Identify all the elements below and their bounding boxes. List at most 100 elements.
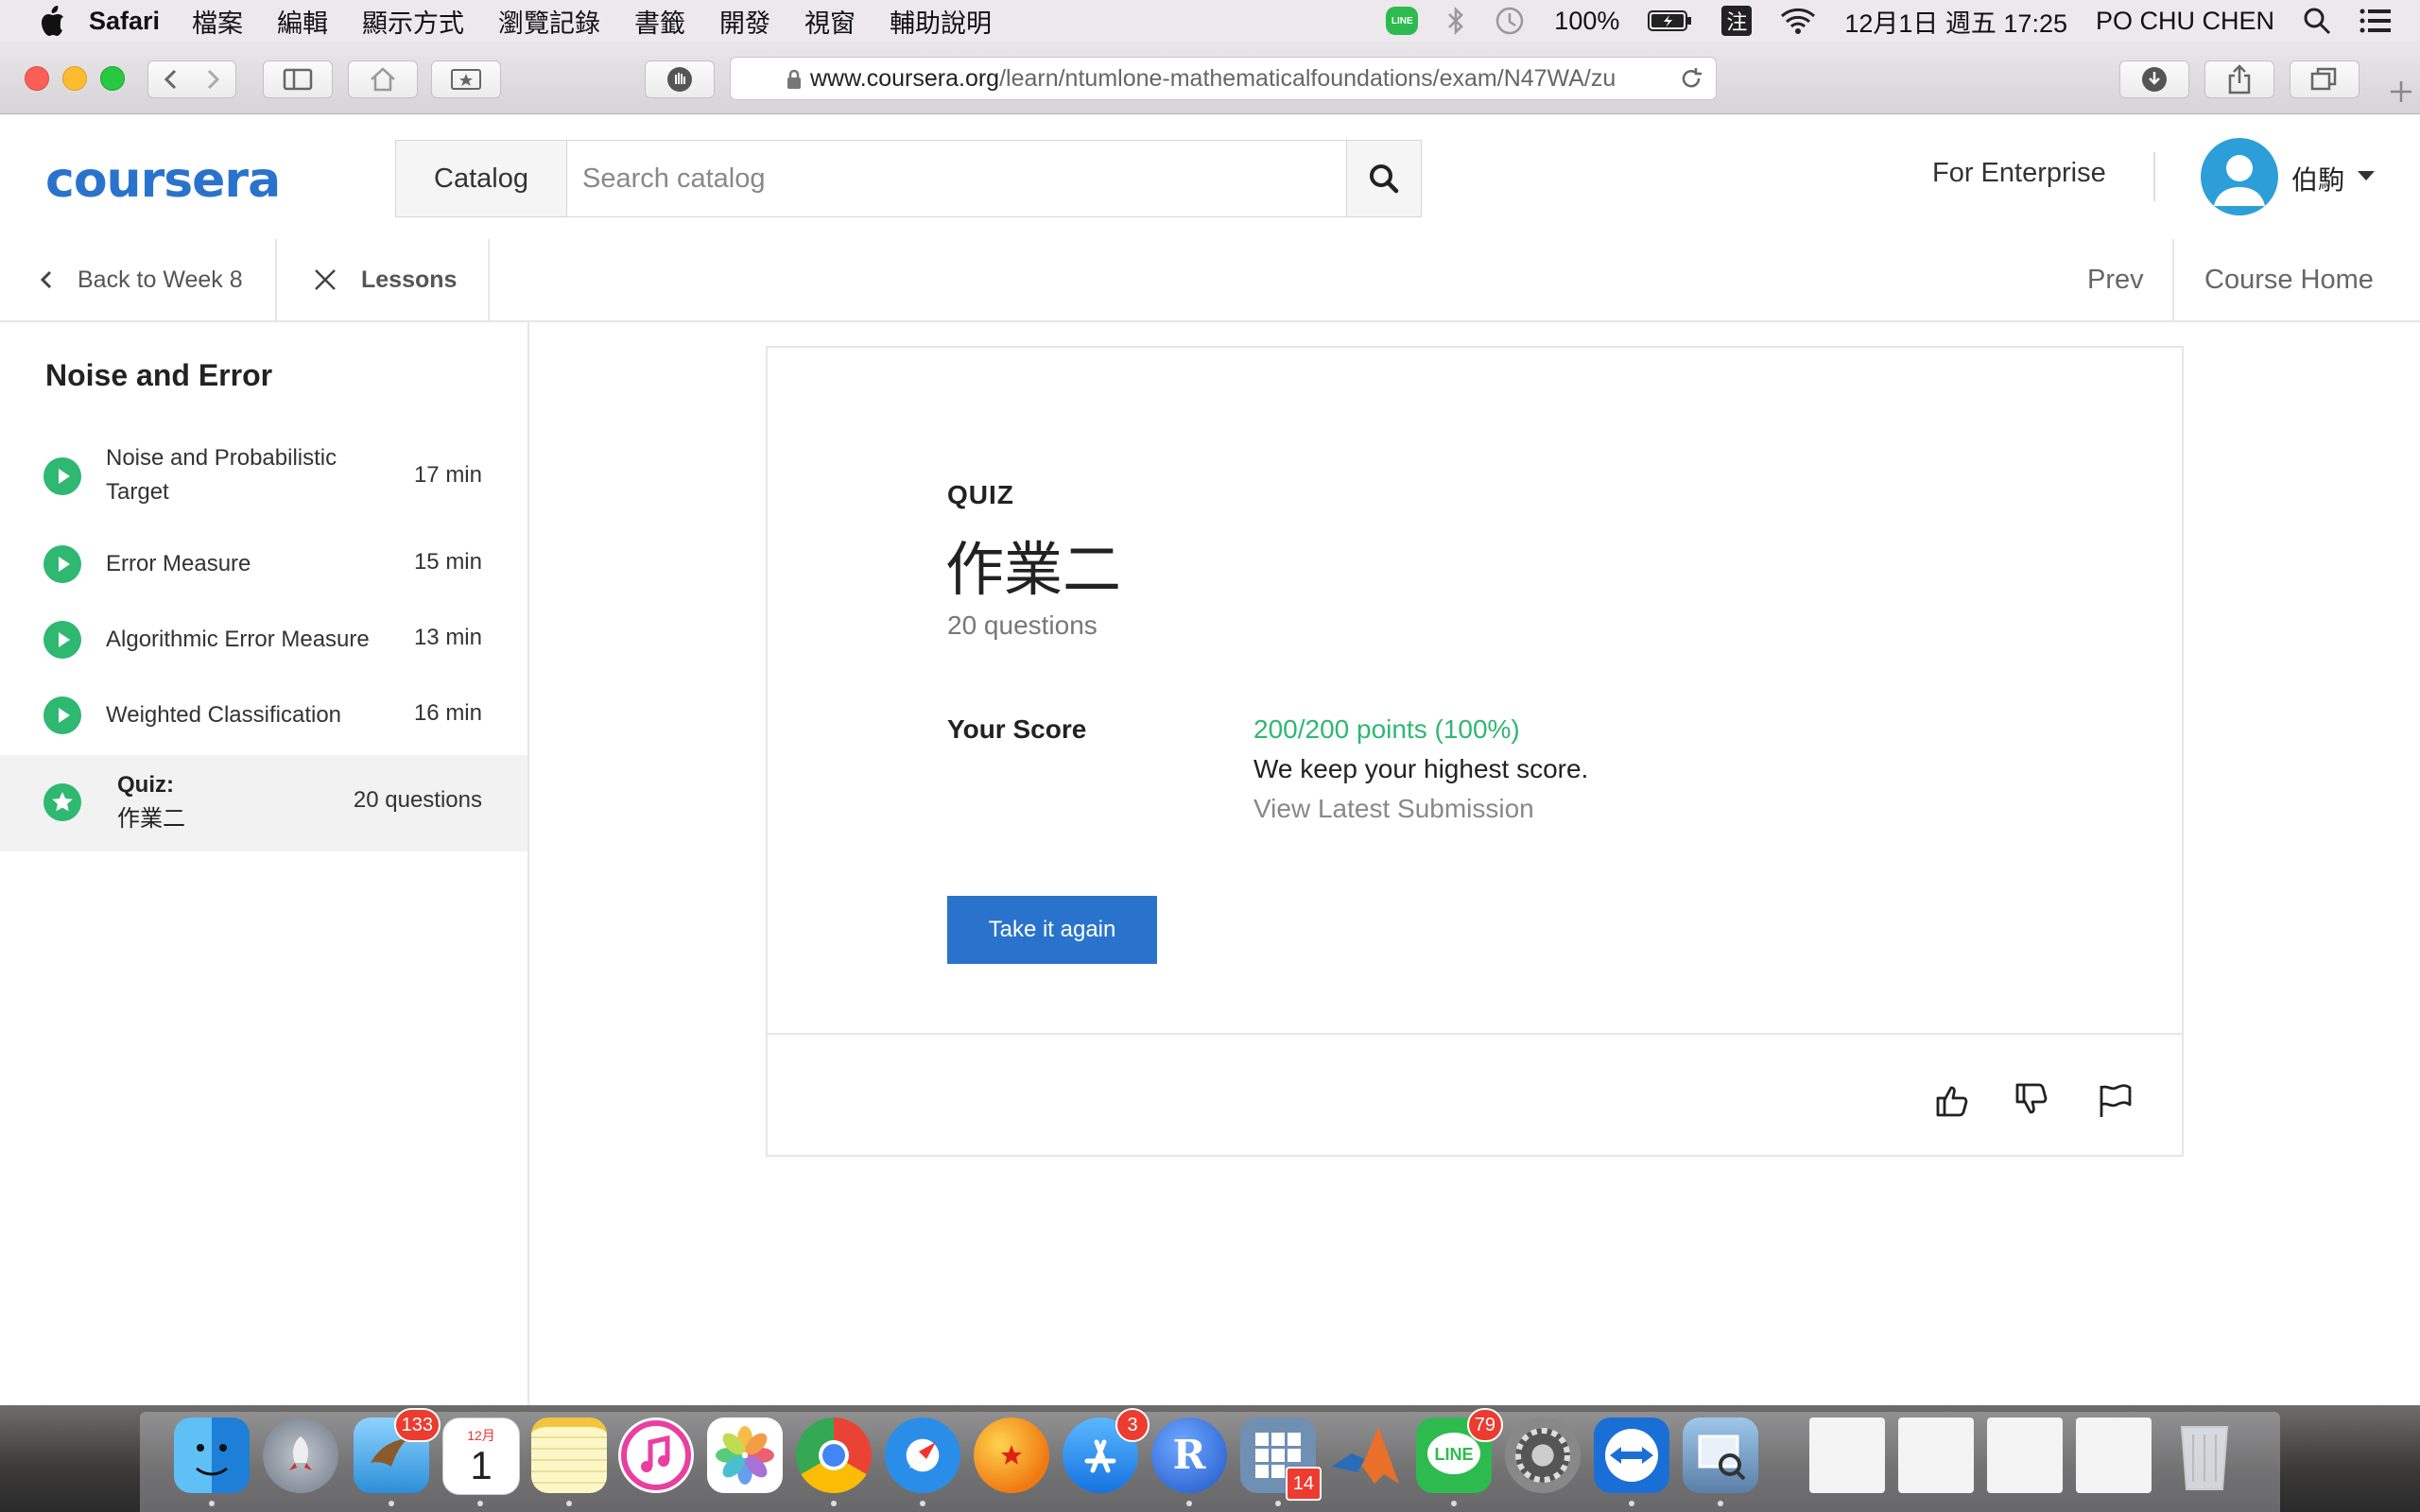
like-button[interactable] xyxy=(1932,1079,1974,1121)
itunes-icon[interactable] xyxy=(618,1418,694,1493)
new-tab-button[interactable] xyxy=(2382,70,2420,113)
photos-icon[interactable] xyxy=(707,1418,783,1493)
user-menu-caret-icon[interactable] xyxy=(2358,171,2375,180)
document-thumbnail[interactable] xyxy=(1898,1418,1974,1493)
catalog-button[interactable]: Catalog xyxy=(396,141,567,216)
menu-view[interactable]: 顯示方式 xyxy=(362,3,464,40)
prev-link[interactable]: Prev xyxy=(2087,239,2144,320)
quiz-item-count: 20 questions xyxy=(353,787,482,813)
app-name-menu[interactable]: Safari xyxy=(89,7,160,36)
dragon-ball-icon[interactable] xyxy=(974,1418,1049,1493)
finder-icon[interactable] xyxy=(174,1418,250,1493)
top-sites-button[interactable] xyxy=(431,60,501,98)
calendar-day: 1 xyxy=(470,1443,493,1487)
sidebar-toggle-button[interactable] xyxy=(263,60,333,98)
lessons-toggle[interactable]: Lessons xyxy=(312,239,457,320)
for-enterprise-link[interactable]: For Enterprise xyxy=(1932,158,2106,189)
running-indicator xyxy=(566,1501,572,1506)
running-indicator xyxy=(831,1501,837,1506)
wifi-icon[interactable] xyxy=(1780,8,1816,34)
close-window-button[interactable] xyxy=(25,66,49,91)
input-method-icon[interactable]: 注 xyxy=(1721,6,1753,36)
launchpad-grid-icon[interactable]: 14 xyxy=(1240,1418,1322,1501)
safari-compass-icon[interactable] xyxy=(885,1418,960,1493)
hand-stop-icon xyxy=(667,67,692,92)
r-language-icon[interactable]: R xyxy=(1151,1418,1227,1493)
document-thumbnail[interactable] xyxy=(1987,1418,2063,1493)
launchpad-rocket-icon[interactable] xyxy=(263,1418,338,1493)
menu-bookmarks[interactable]: 書籤 xyxy=(634,3,685,40)
menu-history[interactable]: 瀏覽記錄 xyxy=(498,3,600,40)
time-machine-icon[interactable] xyxy=(1494,5,1526,37)
reload-icon[interactable] xyxy=(1678,65,1704,92)
view-latest-submission-link[interactable]: View Latest Submission xyxy=(1253,794,1534,824)
search-button[interactable] xyxy=(1346,141,1421,216)
running-indicator xyxy=(477,1501,483,1506)
lesson-item[interactable]: Weighted Classification 16 min xyxy=(0,689,527,742)
report-button[interactable] xyxy=(2095,1079,2136,1121)
url-path: /learn/ntumlone-mathematicalfoundations/… xyxy=(999,64,1616,92)
user-account-menu[interactable]: PO CHU CHEN xyxy=(2096,7,2274,36)
course-home-link[interactable]: Course Home xyxy=(2204,239,2374,320)
menu-window[interactable]: 視窗 xyxy=(804,3,856,40)
lesson-duration: 17 min xyxy=(413,462,482,488)
back-forward-buttons[interactable] xyxy=(147,60,236,98)
back-to-week-link[interactable]: Back to Week 8 xyxy=(38,239,243,320)
home-icon xyxy=(371,67,395,92)
notes-icon[interactable] xyxy=(531,1418,607,1493)
calendar-icon[interactable]: 12月 1 xyxy=(442,1418,520,1495)
bluetooth-icon[interactable] xyxy=(1446,7,1465,35)
trash-icon[interactable] xyxy=(2167,1418,2242,1493)
notification-center-icon[interactable] xyxy=(2360,9,2392,33)
preview-icon[interactable] xyxy=(1683,1418,1758,1493)
score-label: Your Score xyxy=(947,714,1087,744)
share-button[interactable] xyxy=(2204,60,2274,98)
menu-file[interactable]: 檔案 xyxy=(192,3,243,40)
menu-develop[interactable]: 開發 xyxy=(719,3,770,40)
lesson-duration: 13 min xyxy=(413,625,482,650)
chrome-icon[interactable] xyxy=(796,1418,872,1493)
tab-overview-button[interactable] xyxy=(2290,60,2360,98)
home-button[interactable] xyxy=(348,60,418,98)
clock[interactable]: 12月1日 週五 17:25 xyxy=(1844,3,2067,40)
back-arrow-icon[interactable] xyxy=(150,65,192,94)
username[interactable]: 伯駒 xyxy=(2291,160,2344,198)
coursera-logo[interactable]: coursera xyxy=(45,152,281,209)
document-thumbnail[interactable] xyxy=(2076,1418,2152,1493)
app-store-icon[interactable]: 3 xyxy=(1063,1408,1150,1493)
address-bar[interactable]: www.coursera.org/learn/ntumlone-mathemat… xyxy=(730,57,1717,100)
document-thumbnail[interactable] xyxy=(1809,1418,1885,1493)
lesson-item[interactable]: Algorithmic Error Measure 13 min xyxy=(0,613,527,666)
browser-toolbar: www.coursera.org/learn/ntumlone-mathemat… xyxy=(0,42,2420,114)
lesson-item[interactable]: Error Measure 15 min xyxy=(0,538,527,591)
extension-button[interactable] xyxy=(645,60,715,98)
minimize-window-button[interactable] xyxy=(62,66,87,91)
downloads-button[interactable] xyxy=(2119,60,2189,98)
system-preferences-gear-icon[interactable] xyxy=(1505,1418,1581,1493)
lesson-duration: 15 min xyxy=(413,549,482,575)
lesson-item-quiz[interactable]: Quiz: 作業二 20 questions xyxy=(0,755,527,851)
dislike-button[interactable] xyxy=(2012,1079,2053,1121)
line-status-icon[interactable]: LINE xyxy=(1386,7,1419,35)
thumbs-down-icon xyxy=(2015,1083,2048,1114)
subnav-divider xyxy=(488,239,490,320)
tabs-icon xyxy=(2310,67,2337,91)
avatar[interactable] xyxy=(2201,138,2278,215)
menu-help[interactable]: 輔助說明 xyxy=(890,3,992,40)
zoom-window-button[interactable] xyxy=(100,66,125,91)
matlab-icon[interactable] xyxy=(1327,1418,1403,1493)
spotlight-icon[interactable] xyxy=(2303,7,2331,35)
teamviewer-icon[interactable] xyxy=(1594,1418,1669,1493)
lessons-label: Lessons xyxy=(361,266,458,293)
apple-menu-icon[interactable] xyxy=(38,5,66,37)
app-store-badge: 3 xyxy=(1115,1408,1150,1442)
search-input[interactable] xyxy=(567,141,1346,216)
lesson-item[interactable]: Noise and Probabilistic Target 17 min xyxy=(0,439,527,513)
line-app-icon[interactable]: LINE 79 xyxy=(1416,1408,1503,1493)
menu-edit[interactable]: 編輯 xyxy=(277,3,328,40)
lesson-sidebar: Noise and Error Noise and Probabilistic … xyxy=(0,322,529,1405)
mail-bird-icon[interactable]: 133 xyxy=(354,1408,441,1493)
take-it-again-button[interactable]: Take it again xyxy=(947,896,1157,964)
forward-arrow-icon[interactable] xyxy=(192,65,233,94)
battery-icon[interactable] xyxy=(1648,9,1693,32)
